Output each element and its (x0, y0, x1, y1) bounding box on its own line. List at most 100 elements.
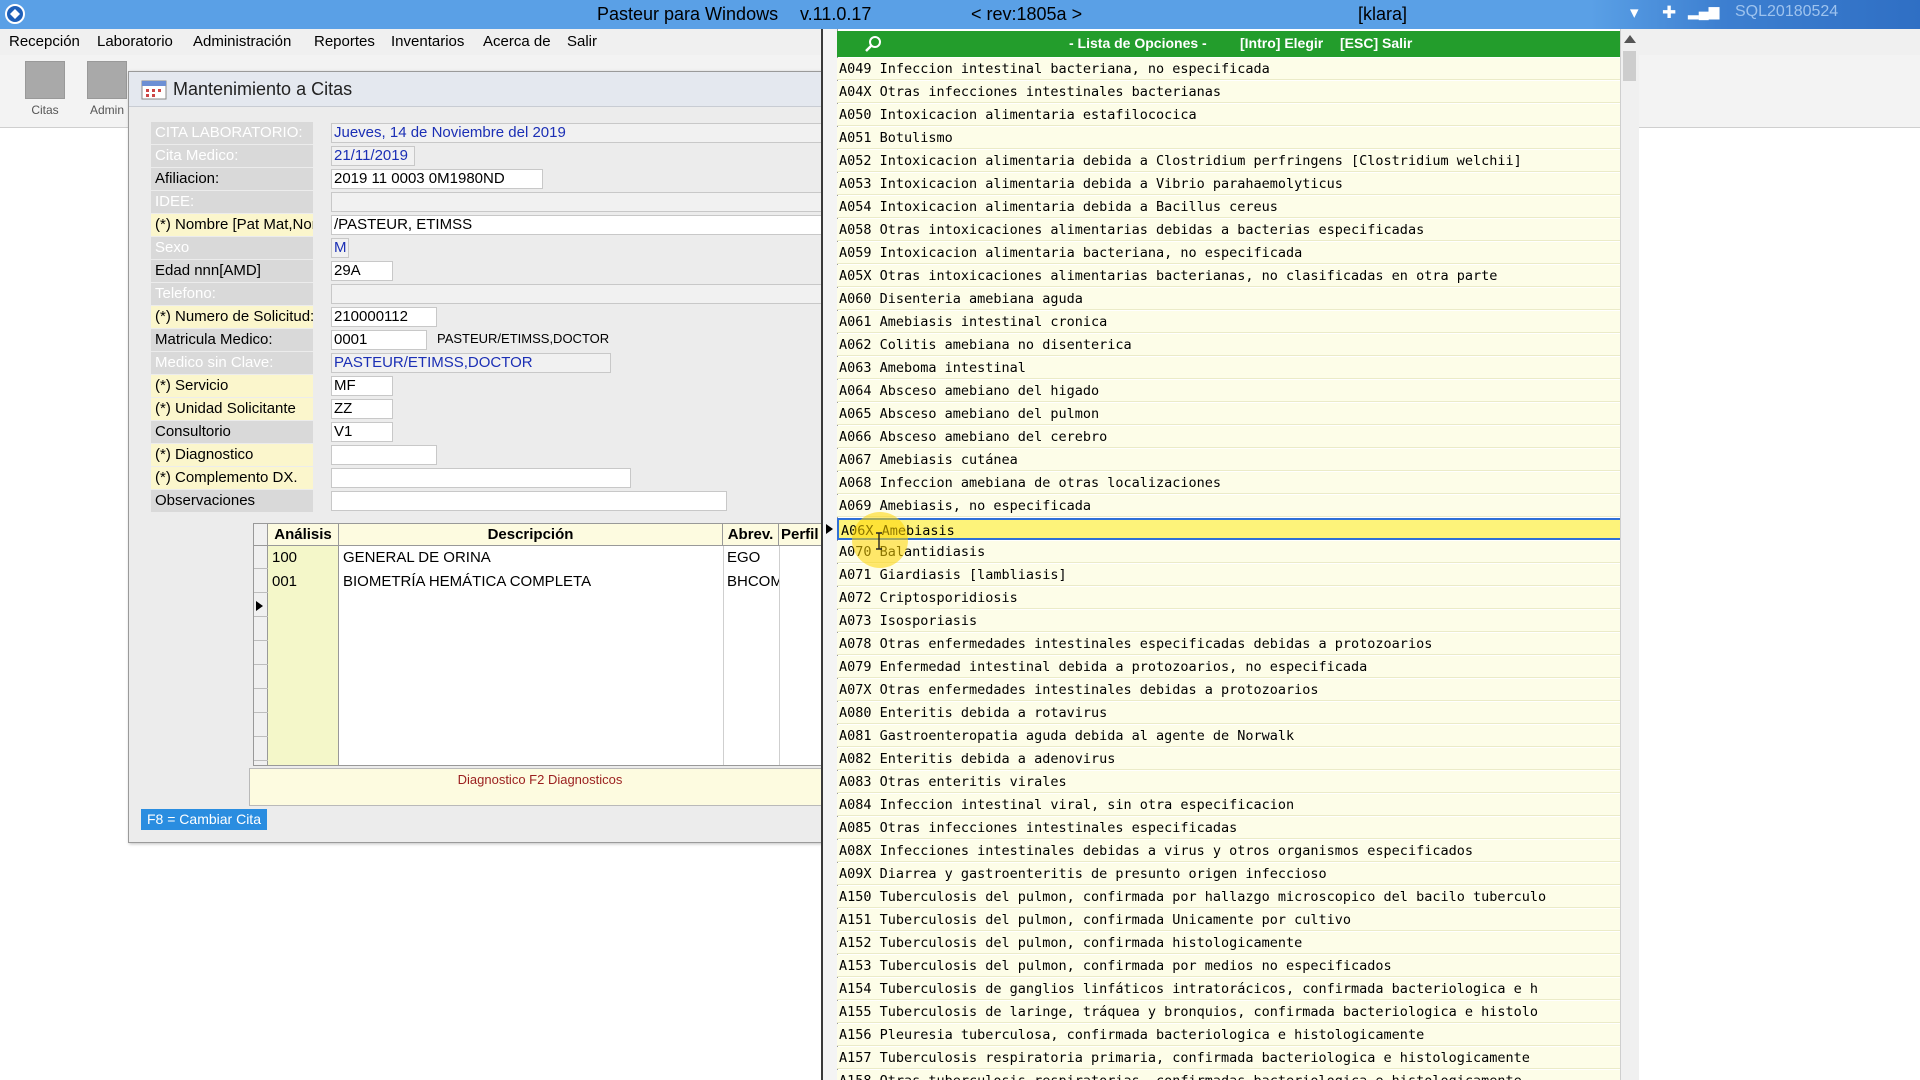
option-item[interactable]: A053 Intoxicacion alimentaria debida a V… (837, 173, 1633, 195)
cita-medico-field[interactable]: 21/11/2019 (331, 146, 415, 166)
option-item[interactable]: A09X Diarrea y gastroenteritis de presun… (837, 863, 1633, 885)
option-item[interactable]: A157 Tuberculosis respiratoria primaria,… (837, 1047, 1633, 1069)
option-item[interactable]: A04X Otras infecciones intestinales bact… (837, 81, 1633, 103)
idee-field[interactable] (331, 192, 825, 212)
option-item[interactable]: A058 Otras intoxicaciones alimentarias d… (837, 219, 1633, 241)
scroll-thumb[interactable] (1623, 51, 1636, 81)
option-item[interactable]: A068 Infeccion amebiana de otras localiz… (837, 472, 1633, 494)
option-item[interactable]: A081 Gastroenteropatia aguda debida al a… (837, 725, 1633, 747)
option-item[interactable]: A049 Infeccion intestinal bacteriana, no… (837, 58, 1633, 80)
option-item[interactable]: A152 Tuberculosis del pulmon, confirmada… (837, 932, 1633, 954)
list-scrollbar[interactable] (1620, 29, 1639, 1080)
cita-laboratorio-field[interactable]: Jueves, 14 de Noviembre del 2019 (331, 123, 825, 143)
unidad-solicitante-field[interactable]: ZZ (331, 399, 393, 419)
menu-inventarios[interactable]: Inventarios (391, 33, 464, 50)
option-item[interactable]: A158 Otras tuberculosis respiratorias, c… (837, 1070, 1633, 1080)
edad-field[interactable]: 29A (331, 261, 393, 281)
edad-row: Edad nnn[AMD] 29A (151, 260, 825, 282)
option-item[interactable]: A070 Balantidiasis (837, 541, 1633, 563)
option-item[interactable]: A085 Otras infecciones intestinales espe… (837, 817, 1633, 839)
afiliacion-label: Afiliacion: (151, 168, 313, 190)
option-item[interactable]: A155 Tuberculosis de laringe, tráquea y … (837, 1001, 1633, 1023)
option-item[interactable]: A059 Intoxicacion alimentaria bacteriana… (837, 242, 1633, 264)
col-header-perfil[interactable]: Perfil (779, 524, 826, 546)
unidad-solicitante-row: (*) Unidad Solicitante ZZ (151, 398, 825, 420)
grid-cell-descripcion[interactable]: BIOMETRÍA HEMÁTICA COMPLETA (339, 570, 723, 594)
option-item[interactable]: A072 Criptosporidiosis (837, 587, 1633, 609)
observaciones-field[interactable] (331, 491, 727, 511)
option-item[interactable]: A060 Disenteria amebiana aguda (837, 288, 1633, 310)
servicio-field[interactable]: MF (331, 376, 393, 396)
option-item[interactable]: A062 Colitis amebiana no disenterica (837, 334, 1633, 356)
option-item[interactable]: A051 Botulismo (837, 127, 1633, 149)
option-item[interactable]: A156 Pleuresia tuberculosa, confirmada b… (837, 1024, 1633, 1046)
nombre-field[interactable]: /PASTEUR, ETIMSS (331, 215, 825, 235)
list-header: - Lista de Opciones - [Intro] Elegir [ES… (837, 31, 1623, 57)
esc-hint: [ESC] Salir (1340, 35, 1413, 51)
option-item[interactable]: A064 Absceso amebiano del higado (837, 380, 1633, 402)
option-item[interactable]: A07X Otras enfermedades intestinales deb… (837, 679, 1633, 701)
afiliacion-field[interactable]: 2019 11 0003 0M1980ND (331, 169, 543, 189)
option-item[interactable]: A084 Infeccion intestinal viral, sin otr… (837, 794, 1633, 816)
option-item[interactable]: A151 Tuberculosis del pulmon, confirmada… (837, 909, 1633, 931)
current-row-marker-icon (256, 601, 263, 611)
option-item[interactable]: A069 Amebiasis, no especificada (837, 495, 1633, 517)
grid-cell-analisis[interactable]: 001 (268, 570, 339, 594)
grid-cell-abrev[interactable]: EGO (723, 546, 779, 570)
diagnostico-field[interactable] (331, 445, 437, 465)
option-item[interactable]: A05X Otras intoxicaciones alimentarias b… (837, 265, 1633, 287)
col-header-abrev[interactable]: Abrev. (723, 524, 779, 546)
menu-laboratorio[interactable]: Laboratorio (97, 33, 173, 50)
col-header-analisis[interactable]: Análisis (268, 524, 339, 546)
connection-label: SQL20180524 (1735, 3, 1839, 20)
option-item-selected[interactable]: A06X Amebiasis (837, 518, 1633, 540)
option-item[interactable]: A154 Tuberculosis de ganglios linfáticos… (837, 978, 1633, 1000)
cambiar-cita-button[interactable]: F8 = Cambiar Cita (141, 809, 267, 830)
telefono-field[interactable] (331, 284, 825, 304)
option-item[interactable]: A063 Ameboma intestinal (837, 357, 1633, 379)
option-item[interactable]: A079 Enfermedad intestinal debida a prot… (837, 656, 1633, 678)
option-item[interactable]: A050 Intoxicacion alimentaria estafiloco… (837, 104, 1633, 126)
option-item[interactable]: A054 Intoxicacion alimentaria debida a B… (837, 196, 1633, 218)
option-item[interactable]: A08X Infecciones intestinales debidas a … (837, 840, 1633, 862)
menu-acerca-de[interactable]: Acerca de (483, 33, 551, 50)
sexo-field[interactable]: M (331, 238, 349, 258)
grid-cell-abrev[interactable]: BHCOM (723, 570, 779, 594)
option-item[interactable]: A066 Absceso amebiano del cerebro (837, 426, 1633, 448)
medico-sin-clave-field[interactable]: PASTEUR/ETIMSS,DOCTOR (331, 353, 611, 373)
menu-administracion[interactable]: Administración (193, 33, 291, 50)
citas-icon (25, 61, 65, 99)
citas-button[interactable]: Citas (18, 61, 72, 121)
option-item[interactable]: A078 Otras enfermedades intestinales esp… (837, 633, 1633, 655)
admin-button[interactable]: Admin (80, 61, 134, 121)
selected-row-marker-icon (826, 524, 833, 534)
option-item[interactable]: A082 Enteritis debida a adenovirus (837, 748, 1633, 770)
menu-recepcion[interactable]: Recepción (9, 33, 80, 50)
option-item[interactable]: A065 Absceso amebiano del pulmon (837, 403, 1633, 425)
dropdown-arrow-icon[interactable]: ▾ (1630, 3, 1639, 23)
option-item[interactable]: A150 Tuberculosis del pulmon, confirmada… (837, 886, 1633, 908)
matricula-medico-field[interactable]: 0001 (331, 330, 427, 350)
option-item[interactable]: A073 Isosporiasis (837, 610, 1633, 632)
consultorio-field[interactable]: V1 (331, 422, 393, 442)
option-item[interactable]: A067 Amebiasis cutánea (837, 449, 1633, 471)
title-status-area: ▾ ✚ ▂▄▆ SQL20180524 (1590, 0, 1920, 29)
pin-icon[interactable]: ✚ (1662, 3, 1676, 23)
option-item[interactable]: A153 Tuberculosis del pulmon, confirmada… (837, 955, 1633, 977)
option-item[interactable]: A071 Giardiasis [lambliasis] (837, 564, 1633, 586)
grid-cell-descripcion[interactable]: GENERAL DE ORINA (339, 546, 723, 570)
grid-row-indicators (254, 546, 268, 765)
scroll-up-icon[interactable] (1624, 35, 1636, 43)
grid-cell-analisis[interactable]: 100 (268, 546, 339, 570)
menu-reportes[interactable]: Reportes (314, 33, 375, 50)
option-item[interactable]: A052 Intoxicacion alimentaria debida a C… (837, 150, 1633, 172)
option-item[interactable]: A061 Amebiasis intestinal cronica (837, 311, 1633, 333)
complemento-dx-field[interactable] (331, 468, 631, 488)
search-icon[interactable] (863, 34, 883, 54)
menu-salir[interactable]: Salir (567, 33, 597, 50)
col-header-descripcion[interactable]: Descripción (339, 524, 723, 546)
option-item[interactable]: A083 Otras enteritis virales (837, 771, 1633, 793)
numero-solicitud-field[interactable]: 210000112 (331, 307, 437, 327)
servicio-label: (*) Servicio (151, 375, 313, 397)
option-item[interactable]: A080 Enteritis debida a rotavirus (837, 702, 1633, 724)
